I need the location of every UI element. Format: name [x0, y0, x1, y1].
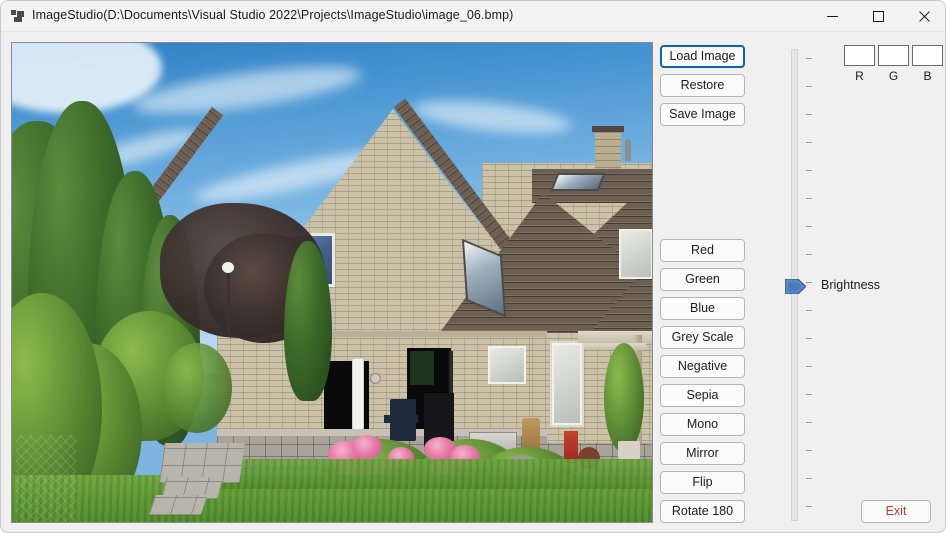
green-label: G [888, 69, 899, 83]
garden-shrub [162, 343, 232, 433]
plant-pot [618, 441, 640, 459]
red-label: R [855, 69, 864, 83]
filter-button-flip[interactable]: Flip [660, 471, 745, 494]
upper-right-window [619, 229, 652, 279]
filter-button-sepia[interactable]: Sepia [660, 384, 745, 407]
save-image-button[interactable]: Save Image [660, 103, 745, 126]
filter-button-mirror[interactable]: Mirror [660, 442, 745, 465]
filter-button-negative[interactable]: Negative [660, 355, 745, 378]
filter-button-rotate-180[interactable]: Rotate 180 [660, 500, 745, 523]
lawn-upper [182, 459, 652, 489]
application-window: ImageStudio(D:\Documents\Visual Studio 2… [0, 0, 946, 533]
filter-button-grey-scale[interactable]: Grey Scale [660, 326, 745, 349]
potted-tree [604, 343, 644, 453]
brightness-label: Brightness [821, 278, 881, 292]
chimney-cap [592, 126, 624, 132]
patio-chair-seat [384, 415, 418, 423]
filter-button-blue[interactable]: Blue [660, 297, 745, 320]
load-image-button[interactable]: Load Image [660, 45, 745, 68]
filter-button-red[interactable]: Red [660, 239, 745, 262]
wire-fence [16, 435, 76, 521]
hydrangea-flower [352, 435, 382, 459]
lamp-post [227, 271, 230, 333]
paved-path [148, 495, 208, 515]
filter-button-mono[interactable]: Mono [660, 413, 745, 436]
kitchen-window [488, 346, 526, 384]
close-button[interactable] [901, 1, 945, 31]
minimize-button[interactable] [809, 1, 855, 31]
slider-thumb[interactable] [784, 278, 807, 295]
wall-clock [370, 373, 381, 384]
side-door-frame [550, 341, 584, 427]
lamp-globe [222, 262, 234, 273]
windows-forms-app-icon [11, 10, 25, 23]
blue-label: B [923, 69, 932, 83]
blue-value-field[interactable] [912, 45, 943, 66]
filter-button-green[interactable]: Green [660, 268, 745, 291]
title-bar[interactable]: ImageStudio(D:\Documents\Visual Studio 2… [1, 1, 945, 32]
left-door-panel [352, 358, 364, 430]
red-value-field[interactable] [844, 45, 875, 66]
brightness-slider[interactable] [784, 46, 814, 524]
door-glass-reflection [410, 351, 434, 385]
image-picture-box[interactable] [11, 42, 653, 523]
maximize-button[interactable] [855, 1, 901, 31]
roof-vent [625, 139, 631, 161]
exit-button[interactable]: Exit [861, 500, 931, 523]
restore-button[interactable]: Restore [660, 74, 745, 97]
window-title: ImageStudio(D:\Documents\Visual Studio 2… [32, 8, 514, 22]
green-value-field[interactable] [878, 45, 909, 66]
loaded-photograph [12, 43, 652, 522]
